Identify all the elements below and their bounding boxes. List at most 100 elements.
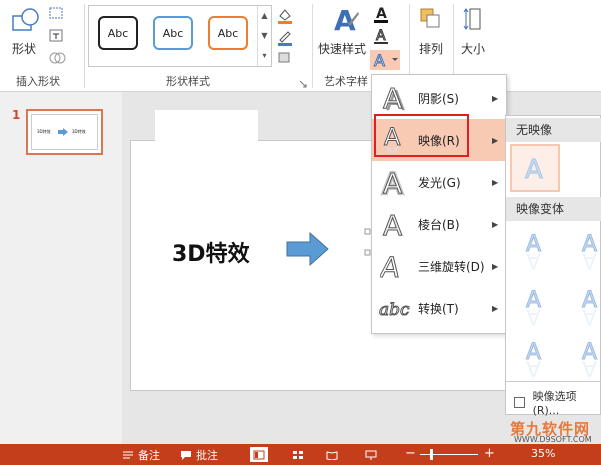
status-bar: 备注 批注 − + 35% — [0, 444, 601, 465]
reflection-variant-icon: AA — [526, 340, 542, 380]
menu-item-transform[interactable]: abc 转换(T) ▶ — [372, 287, 506, 329]
submenu-arrow-icon: ▶ — [492, 93, 499, 103]
glow-effect-icon: AA — [381, 166, 404, 198]
reflection-variant-icon: AA — [582, 232, 598, 272]
shape-fill-icon[interactable] — [276, 6, 294, 24]
slide-number: 1 — [12, 108, 21, 122]
normal-view-button[interactable] — [250, 447, 268, 462]
svg-text:A: A — [380, 251, 402, 282]
no-reflection-icon: A — [525, 155, 544, 186]
quick-styles-button[interactable]: 快速样式 — [318, 40, 366, 57]
comments-icon — [181, 451, 191, 460]
zoom-out-button[interactable]: − — [405, 446, 416, 461]
arrange-button[interactable]: 排列 — [419, 40, 443, 57]
svg-text:A: A — [383, 209, 402, 240]
normal-view-icon — [253, 450, 265, 459]
submenu-divider — [506, 381, 601, 382]
watermark-url: WWW.D9SOFT.COM — [514, 435, 592, 444]
reflection-variant-icon: AA — [582, 340, 598, 380]
svg-text:A: A — [526, 303, 541, 327]
thumb-text-right: 3D特效 — [72, 129, 86, 134]
reflection-variant-4[interactable]: AA — [570, 282, 601, 328]
reflection-variant-icon: AA — [526, 232, 542, 272]
reflection-variant-6[interactable]: AA — [570, 334, 601, 380]
slide-thumbnail-1[interactable]: 3D特效 3D特效 — [26, 109, 103, 155]
notes-button[interactable]: 备注 — [122, 447, 160, 463]
zoom-level[interactable]: 35% — [531, 447, 555, 460]
slideshow-button[interactable] — [362, 447, 380, 462]
svg-text:A: A — [526, 247, 541, 271]
shape-styles-group-label: 形状样式 — [166, 75, 210, 88]
edit-shape-icon[interactable] — [48, 6, 66, 22]
svg-text:A: A — [582, 303, 597, 327]
insert-shapes-group-label: 插入形状 — [16, 75, 60, 88]
text-box-icon[interactable] — [48, 28, 66, 44]
slide-title-text[interactable]: 3D特效 — [172, 236, 250, 268]
text-effects-icon[interactable]: A — [370, 50, 400, 71]
svg-text:abc: abc — [379, 300, 410, 320]
reflection-options-item[interactable]: 映像选项(R)... — [514, 388, 600, 417]
slide-sorter-icon — [293, 450, 303, 459]
slideshow-icon — [365, 450, 377, 460]
reflection-options-icon — [514, 397, 525, 408]
reflection-variant-1[interactable]: AA — [514, 226, 558, 272]
shape-style-3[interactable]: Abc — [208, 16, 248, 50]
quick-styles-icon[interactable]: A — [330, 4, 360, 38]
scroll-up-icon[interactable]: ▲ — [258, 6, 271, 26]
size-button[interactable]: 大小 — [461, 40, 485, 57]
scroll-down-icon[interactable]: ▼ — [258, 26, 271, 46]
reading-view-button[interactable] — [323, 447, 341, 462]
no-reflection-heading: 无映像 — [506, 118, 601, 142]
shape-style-2[interactable]: Abc — [153, 16, 193, 50]
menu-item-glow[interactable]: AA 发光(G) ▶ — [372, 161, 506, 203]
reflection-variants-heading: 映像变体 — [506, 197, 601, 221]
text-effects-menu: AA 阴影(S) ▶ AA 映像(R) ▶ AA 发光(G) ▶ A 棱台(B)… — [371, 74, 507, 334]
notes-icon — [123, 451, 133, 459]
slide-sorter-button[interactable] — [289, 447, 307, 462]
wordart-styles-group-label: 艺术字样 — [324, 75, 368, 88]
reflection-variant-5[interactable]: AA — [514, 334, 558, 380]
shape-outline-icon[interactable] — [276, 28, 294, 46]
gallery-scroll[interactable]: ▲ ▼ ▾ — [257, 6, 271, 66]
svg-text:A: A — [525, 155, 543, 185]
zoom-in-button[interactable]: + — [484, 446, 495, 461]
menu-item-3d-rotation[interactable]: A 三维旋转(D) ▶ — [372, 245, 506, 287]
zoom-slider[interactable] — [420, 454, 478, 455]
reflection-variant-3[interactable]: AA — [514, 282, 558, 328]
shapes-button[interactable]: 形状 — [12, 40, 36, 57]
group-divider — [84, 4, 85, 88]
svg-text:A: A — [582, 355, 597, 379]
arrow-shape[interactable] — [286, 232, 330, 266]
shape-style-1[interactable]: Abc — [98, 16, 138, 50]
svg-text:A: A — [376, 6, 387, 22]
svg-text:A: A — [526, 355, 541, 379]
site-watermark: 第九软件网 WWW.D9SOFT.COM — [510, 418, 600, 446]
no-reflection-option[interactable]: A — [510, 144, 560, 192]
shapes-icon[interactable] — [10, 6, 42, 38]
text-fill-icon[interactable]: A — [372, 4, 392, 24]
svg-text:A: A — [383, 167, 402, 198]
menu-label-shadow: 阴影(S) — [418, 91, 459, 106]
dialog-launcher-icon[interactable] — [299, 77, 307, 88]
reflection-options-label: 映像选项(R)... — [532, 390, 577, 417]
svg-text:A: A — [383, 82, 402, 114]
shape-effects-icon[interactable] — [276, 50, 294, 66]
comments-button[interactable]: 批注 — [180, 447, 218, 463]
text-outline-icon[interactable]: A — [372, 26, 392, 46]
menu-item-shadow[interactable]: AA 阴影(S) ▶ — [372, 77, 506, 119]
reflection-submenu: 无映像 A 映像变体 AA AA AA AA AA AA 映像选项(R)... — [505, 115, 601, 417]
gallery-more-icon[interactable]: ▾ — [258, 46, 271, 66]
arrange-icon[interactable] — [418, 6, 444, 32]
thumb-arrow-icon — [58, 128, 68, 136]
submenu-arrow-icon: ▶ — [492, 177, 499, 187]
thumb-text-left: 3D特效 — [37, 129, 51, 134]
menu-item-bevel[interactable]: A 棱台(B) ▶ — [372, 203, 506, 245]
size-icon[interactable] — [462, 6, 486, 34]
reflection-variant-2[interactable]: AA — [570, 226, 601, 272]
zoom-slider-thumb[interactable] — [430, 449, 433, 460]
menu-label-glow: 发光(G) — [418, 175, 461, 190]
merge-shapes-icon[interactable] — [48, 50, 70, 66]
reflection-variant-icon: AA — [526, 288, 542, 328]
menu-label-bevel: 棱台(B) — [418, 217, 460, 232]
thumbnail-content: 3D特效 3D特效 — [31, 114, 98, 150]
